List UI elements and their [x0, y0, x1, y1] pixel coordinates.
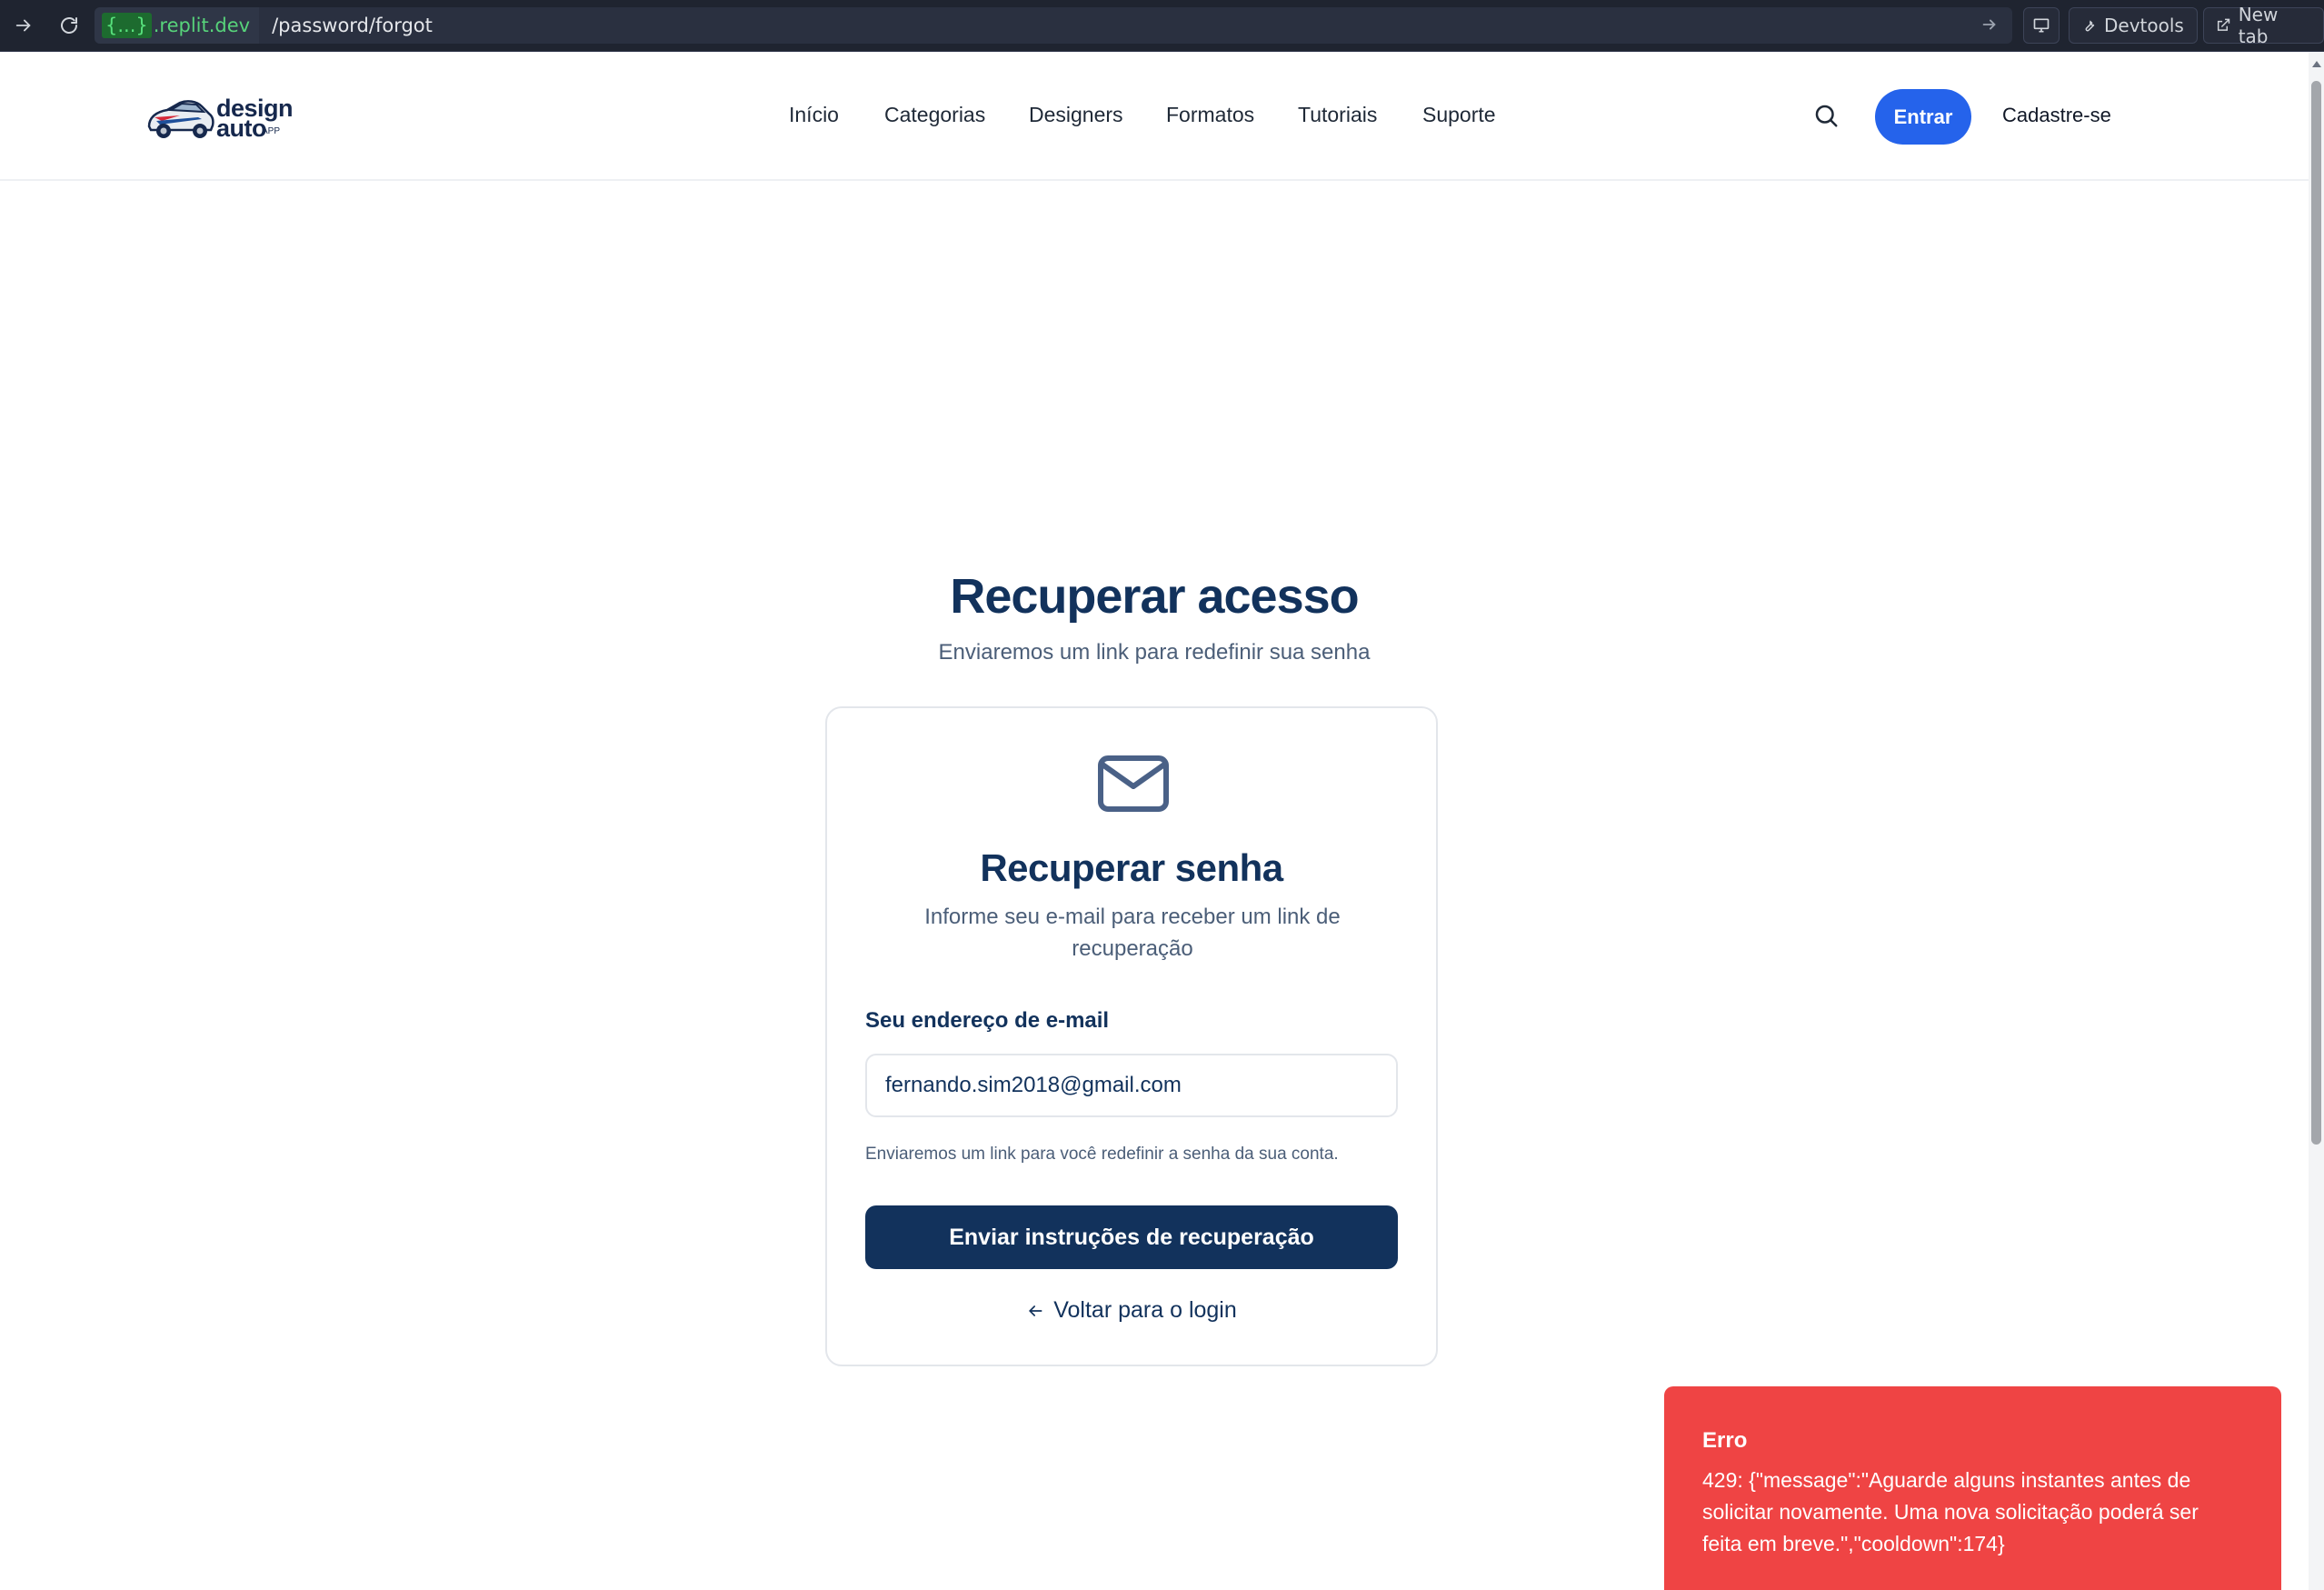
site-logo[interactable]: design auto APP — [144, 90, 294, 145]
new-tab-label: New tab — [2238, 4, 2279, 47]
screen-toggle-button[interactable] — [2023, 7, 2060, 44]
wrench-icon — [2085, 20, 2095, 32]
nav-item-formatos[interactable]: Formatos — [1166, 103, 1254, 127]
toast-title: Erro — [1702, 1428, 1748, 1453]
arrow-left-icon — [1029, 1305, 1042, 1316]
card-title: Recuperar senha — [980, 846, 1283, 889]
car-logo-icon — [147, 100, 214, 138]
search-icon[interactable] — [1812, 102, 1841, 131]
nav-item-categorias[interactable]: Categorias — [884, 103, 985, 127]
nav-item-suporte[interactable]: Suporte — [1422, 103, 1496, 127]
recovery-card: Recuperar senha Informe seu e-mail para … — [825, 706, 1438, 1366]
monitor-icon — [2033, 18, 2050, 33]
go-arrow-icon[interactable] — [1980, 15, 2000, 39]
card-description: Informe seu e-mail para receber um link … — [924, 905, 1341, 961]
send-instructions-button[interactable]: Enviar instruções de recuperação — [865, 1205, 1398, 1269]
error-toast[interactable]: Erro 429: {"message":"Aguarde alguns ins… — [1664, 1386, 2281, 1590]
forward-icon[interactable] — [11, 13, 36, 38]
url-path: /password/forgot — [272, 15, 433, 36]
signup-link[interactable]: Cadastre-se — [2002, 104, 2111, 127]
site-header: design auto APP Início Categorias Design… — [0, 52, 2309, 181]
back-to-login-link[interactable]: Voltar para o login — [827, 1297, 1436, 1324]
mail-icon — [1098, 755, 1169, 812]
nav-item-designers[interactable]: Designers — [1029, 103, 1123, 127]
nav-item-tutoriais[interactable]: Tutoriais — [1298, 103, 1377, 127]
url-host-domain: .replit.dev — [153, 15, 251, 36]
nav-item-inicio[interactable]: Início — [789, 103, 839, 127]
address-bar[interactable]: {...} .replit.dev /password/forgot — [95, 7, 2012, 44]
logo-text-auto: auto — [216, 115, 267, 142]
devtools-button[interactable]: Devtools — [2069, 7, 2198, 44]
page-subtitle: Enviaremos um link para redefinir sua se… — [938, 640, 1371, 665]
email-field[interactable] — [865, 1054, 1398, 1117]
browser-toolbar: {...} .replit.dev /password/forgot Devtoo… — [0, 0, 2324, 52]
page-title: Recuperar acesso — [950, 569, 1359, 624]
scroll-thumb[interactable] — [2311, 81, 2321, 1145]
url-host-braces: {...} — [102, 13, 152, 38]
external-link-icon — [2217, 18, 2230, 31]
scroll-up-arrow-icon[interactable] — [2312, 61, 2321, 67]
login-button[interactable]: Entrar — [1875, 89, 1971, 145]
new-tab-button[interactable]: New tab — [2203, 4, 2324, 47]
email-field-label: Seu endereço de e-mail — [865, 1008, 1110, 1033]
toast-message: 429: {"message":"Aguarde alguns instante… — [1702, 1468, 2199, 1555]
reload-icon[interactable] — [56, 13, 82, 38]
page-scrollbar[interactable] — [2309, 52, 2324, 1590]
url-host: {...} .replit.dev — [95, 7, 260, 44]
back-to-login-label: Voltar para o login — [1053, 1297, 1237, 1323]
email-help-text: Enviaremos um link para você redefinir a… — [865, 1145, 1339, 1164]
logo-text-app: APP — [262, 126, 281, 136]
devtools-label: Devtools — [2104, 15, 2184, 36]
